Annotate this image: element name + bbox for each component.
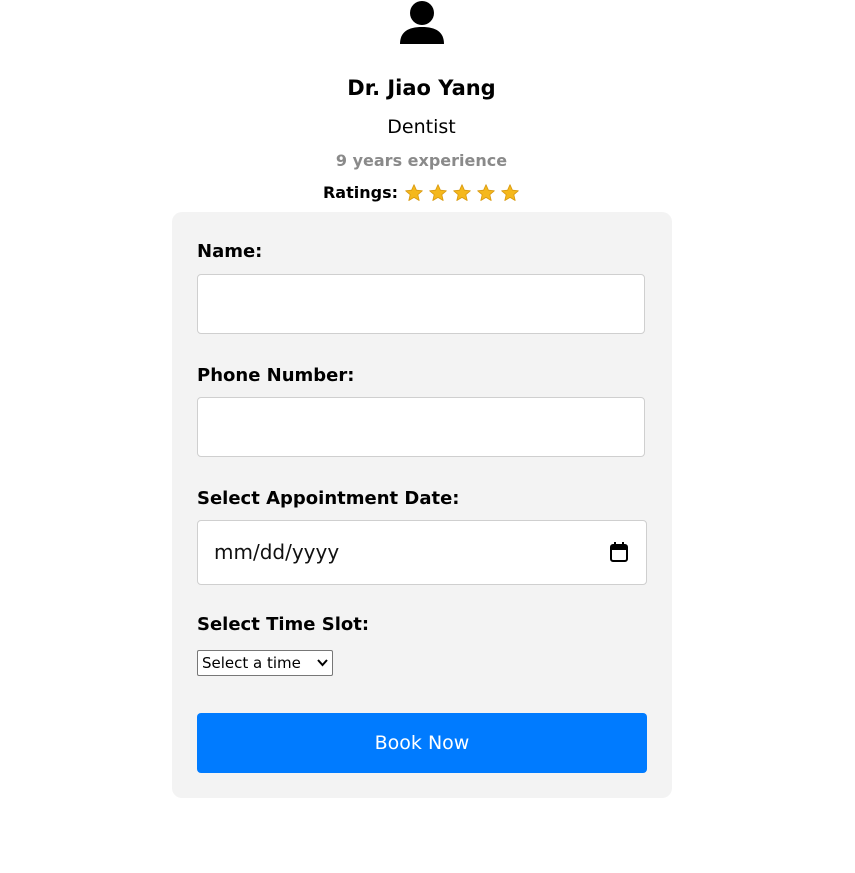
doctor-specialty: Dentist [387,116,456,138]
name-label: Name: [197,241,263,262]
chevron-down-icon [317,659,328,667]
doctor-name: Dr. Jiao Yang [347,76,496,100]
star-icon [453,184,471,201]
star-icon [429,184,447,201]
ratings-label: Ratings: [322,183,398,202]
phone-input[interactable] [197,397,645,457]
star-icon [405,184,423,201]
time-slot-label: Select Time Slot: [197,614,370,635]
ratings-row: Ratings: [0,180,843,206]
date-label: Select Appointment Date: [197,488,460,509]
book-now-button[interactable]: Book Now [197,713,647,773]
time-slot-select[interactable]: Select a time [197,650,333,676]
star-icon [501,184,519,201]
rating-stars [404,183,520,203]
user-avatar-icon [400,1,444,44]
time-slot-selected: Select a time [202,654,301,672]
star-icon [477,184,495,201]
doctor-experience: 9 years experience [335,151,508,170]
date-placeholder: mm/dd/yyyy [214,540,340,564]
phone-label: Phone Number: [197,365,355,386]
booking-form: Name: Phone Number: Select Appointment D… [172,212,672,798]
name-input[interactable] [197,274,645,334]
appointment-date-input[interactable]: mm/dd/yyyy [197,520,647,585]
calendar-icon[interactable] [610,542,628,562]
